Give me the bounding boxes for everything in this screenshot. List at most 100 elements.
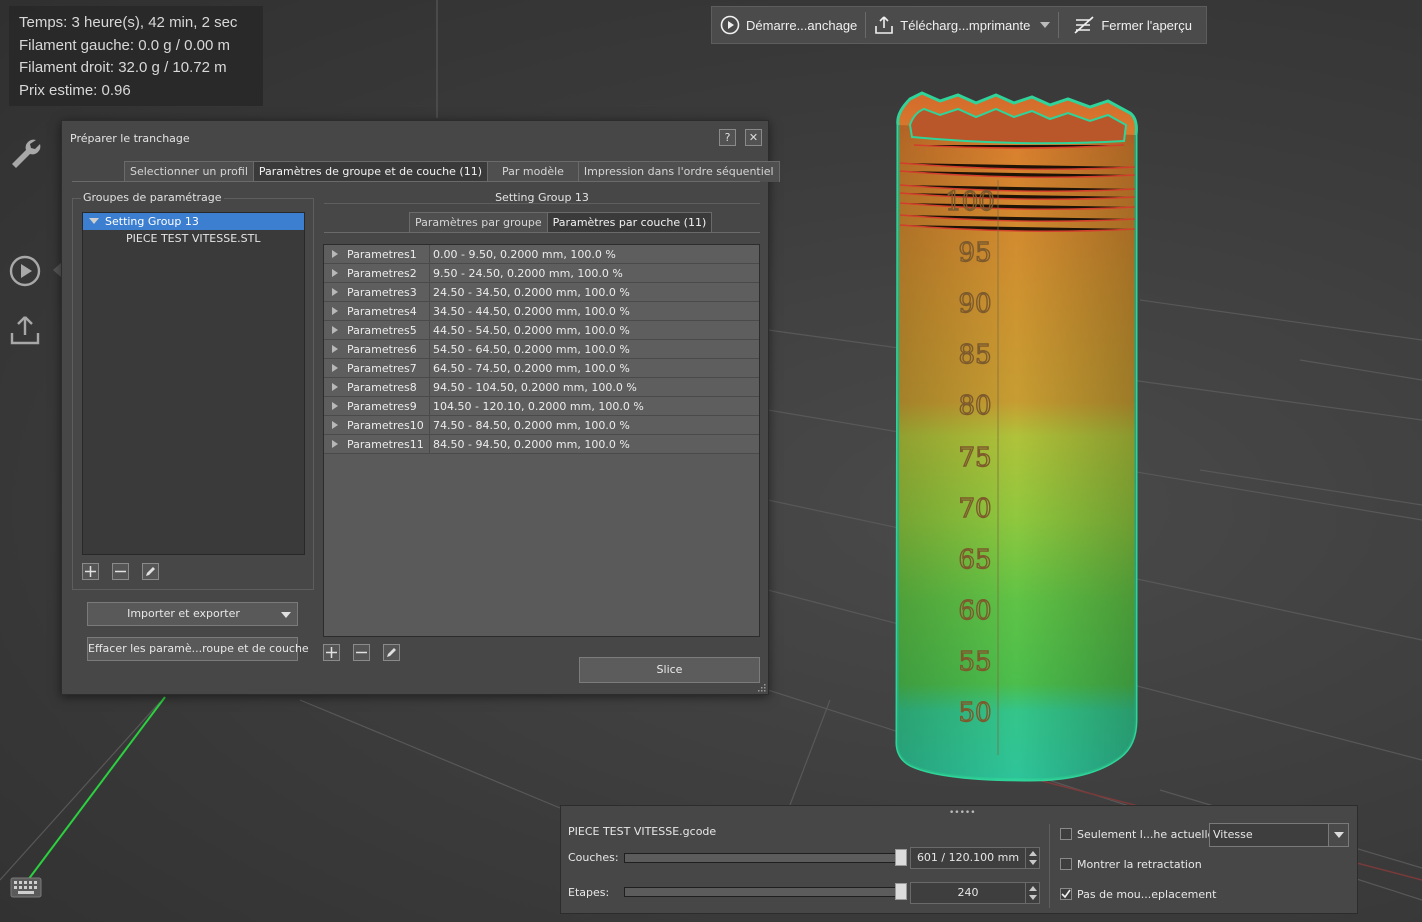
import-export-label: Importer et exporter [127, 607, 240, 620]
start-slicing-button[interactable]: Démarre...anchage [712, 7, 865, 43]
scale-label: 90 [958, 289, 991, 319]
table-row[interactable]: Parametres5 44.50 - 54.50, 0.2000 mm, 100… [324, 321, 759, 340]
close-dialog-button[interactable]: ✕ [745, 129, 762, 146]
tree-item-setting-group[interactable]: Setting Group 13 [83, 213, 304, 230]
filament-right: Filament droit: 32.0 g / 10.72 m [19, 59, 227, 76]
remove-group-button[interactable] [112, 563, 129, 580]
scale-label: 65 [958, 545, 991, 575]
remove-layer-param-button[interactable] [353, 644, 370, 661]
gcode-filename: PIECE TEST VITESSE.gcode [568, 825, 717, 838]
setting-groups-box: Groupes de paramétrage Setting Group 13 … [72, 191, 314, 590]
layers-spinbox[interactable]: 601 / 120.100 mm [910, 847, 1040, 869]
table-row[interactable]: Parametres11 84.50 - 94.50, 0.2000 mm, 10… [324, 435, 759, 454]
view-mode-select[interactable]: Vitesse [1209, 823, 1349, 847]
estimated-price: Prix estime: 0.96 [19, 81, 131, 99]
clear-params-button[interactable]: Effacer les paramè...roupe et de couche [87, 637, 309, 661]
spin-arrows[interactable] [1025, 848, 1039, 868]
steps-slider-handle[interactable] [895, 883, 907, 900]
tab-per-model[interactable]: Par modèle [487, 161, 579, 182]
slice-button[interactable]: Slice [579, 657, 760, 683]
layers-slider[interactable] [624, 853, 903, 863]
expand-arrow-icon[interactable] [332, 345, 338, 353]
scale-label: 55 [958, 647, 991, 677]
expand-arrow-icon[interactable] [332, 326, 338, 334]
expand-arrow-icon[interactable] [332, 402, 338, 410]
model-body [895, 91, 1138, 782]
add-group-button[interactable] [82, 563, 99, 580]
chevron-down-icon[interactable] [1040, 22, 1051, 28]
groups-legend: Groupes de paramétrage [81, 191, 224, 204]
table-row[interactable]: Parametres8 94.50 - 104.50, 0.2000 mm, 10… [324, 378, 759, 397]
import-export-dropdown[interactable]: Importer et exporter [87, 602, 298, 626]
help-button[interactable]: ? [719, 129, 736, 146]
table-row[interactable]: Parametres4 34.50 - 44.50, 0.2000 mm, 100… [324, 302, 759, 321]
expand-arrow-icon[interactable] [332, 269, 338, 277]
keyboard-icon[interactable] [10, 875, 42, 899]
print-time: Temps: 3 heure(s), 42 min, 2 sec [19, 14, 238, 31]
tab-group-layer-params[interactable]: Paramètres de groupe et de couche (11) [252, 161, 488, 182]
spin-arrows[interactable] [1025, 883, 1039, 903]
tab-sequential-print[interactable]: Impression dans l'ordre séquentiel [577, 161, 780, 182]
expand-arrow-icon[interactable] [332, 250, 338, 258]
tab-params-per-group[interactable]: Paramètres par groupe [409, 212, 548, 233]
upload-printer-button[interactable]: Télécharg...mprimante [866, 7, 1058, 43]
table-row[interactable]: Parametres6 54.50 - 64.50, 0.2000 mm, 100… [324, 340, 759, 359]
upload-icon[interactable] [8, 313, 42, 347]
start-slicing-label: Démarre...anchage [746, 17, 858, 33]
layers-slider-handle[interactable] [895, 849, 907, 866]
left-toolbar [0, 125, 50, 385]
layers-slider-fill [625, 854, 902, 862]
expand-arrow-icon[interactable] [89, 218, 99, 224]
upload-printer-label: Télécharg...mprimante [900, 17, 1031, 33]
steps-slider[interactable] [624, 887, 903, 897]
view-mode-value: Vitesse [1213, 828, 1253, 841]
no-travel-moves-checkbox[interactable] [1060, 888, 1072, 900]
panel-divider [1049, 824, 1050, 908]
edit-layer-param-button[interactable] [383, 644, 400, 661]
tab-params-per-layer[interactable]: Paramètres par couche (11) [546, 212, 713, 233]
only-current-layer-checkbox[interactable] [1060, 828, 1072, 840]
add-layer-param-button[interactable] [323, 644, 340, 661]
chevron-down-icon[interactable] [1328, 824, 1348, 846]
play-circle-icon[interactable] [8, 254, 42, 288]
groups-tree[interactable]: Setting Group 13 PIECE TEST VITESSE.STL [82, 212, 305, 555]
table-row[interactable]: Parametres1 0.00 - 9.50, 0.2000 mm, 100.0… [324, 245, 759, 264]
chevron-down-icon [281, 612, 291, 618]
only-current-layer-label: Seulement l...he actuelle [1077, 828, 1215, 841]
sliced-model-preview[interactable]: 100 95 90 85 80 75 70 65 60 55 50 [880, 85, 1155, 790]
expand-arrow-icon[interactable] [332, 383, 338, 391]
scale-label: 70 [958, 494, 991, 524]
table-row[interactable]: Parametres9 104.50 - 120.10, 0.2000 mm, 1… [324, 397, 759, 416]
param-subtabs: Paramètres par groupe Paramètres par cou… [409, 212, 713, 233]
upload-icon [875, 16, 894, 34]
tabs-divider [72, 181, 760, 182]
expand-arrow-icon[interactable] [332, 364, 338, 372]
wrench-icon[interactable] [8, 135, 42, 169]
table-row[interactable]: Parametres10 74.50 - 84.50, 0.2000 mm, 10… [324, 416, 759, 435]
scale-label: 85 [958, 340, 991, 370]
tab-select-profile[interactable]: Selectionner un profil [124, 161, 254, 182]
expand-arrow-icon[interactable] [332, 288, 338, 296]
pencil-icon [387, 648, 396, 657]
minus-icon [356, 651, 367, 654]
steps-value: 240 [957, 886, 979, 899]
edit-group-button[interactable] [142, 563, 159, 580]
minus-icon [115, 570, 126, 573]
table-row[interactable]: Parametres3 24.50 - 34.50, 0.2000 mm, 100… [324, 283, 759, 302]
table-row[interactable]: Parametres7 64.50 - 74.50, 0.2000 mm, 100… [324, 359, 759, 378]
steps-spinbox[interactable]: 240 [910, 882, 1040, 904]
tree-item-stl[interactable]: PIECE TEST VITESSE.STL [83, 230, 304, 247]
layer-params-table[interactable]: Parametres1 0.00 - 9.50, 0.2000 mm, 100.0… [323, 244, 760, 637]
close-preview-button[interactable]: Fermer l'aperçu [1059, 7, 1200, 43]
expand-arrow-icon[interactable] [332, 307, 338, 315]
resize-grip-icon[interactable] [756, 682, 766, 692]
show-retraction-label: Montrer la retractation [1077, 858, 1202, 871]
layers-value: 601 / 120.100 mm [916, 851, 1020, 864]
show-retraction-checkbox[interactable] [1060, 858, 1072, 870]
panel-drag-handle[interactable]: ••••• [949, 808, 976, 818]
table-row[interactable]: Parametres2 9.50 - 24.50, 0.2000 mm, 100.… [324, 264, 759, 283]
expand-arrow-icon[interactable] [332, 440, 338, 448]
top-toolbar: Démarre...anchage Télécharg...mprimante … [711, 6, 1207, 44]
expand-arrow-icon[interactable] [332, 421, 338, 429]
gcode-preview-panel: ••••• PIECE TEST VITESSE.gcode Couches: … [560, 805, 1358, 914]
